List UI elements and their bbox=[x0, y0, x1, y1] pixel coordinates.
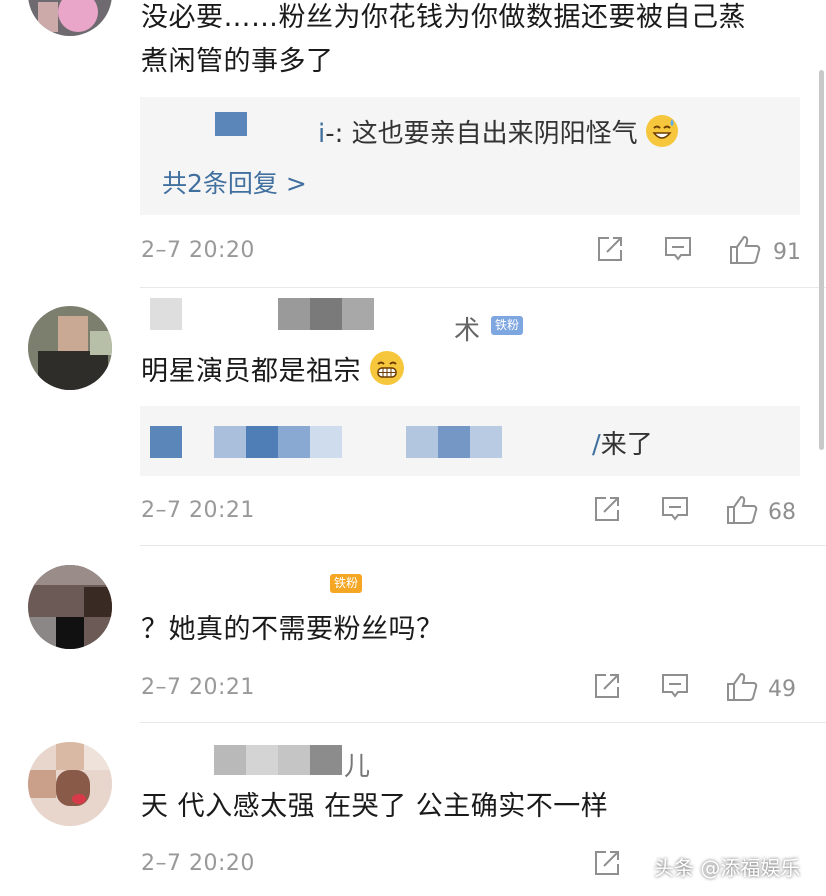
blurred-username bbox=[214, 426, 246, 458]
sweat-smile-emoji-icon bbox=[645, 115, 678, 147]
comment-text-line: 煮闲管的事多了 bbox=[141, 46, 334, 77]
comment-text: 没必要……粉丝为你花钱为你做数据还要被自己蒸 煮闲管的事多了 bbox=[141, 0, 821, 84]
reply-preview-text: -: 这也要亲自出来阴阳怪气 bbox=[325, 119, 638, 149]
avatar[interactable] bbox=[28, 742, 112, 826]
blurred-username bbox=[150, 426, 182, 458]
username-tail[interactable]: 术 bbox=[454, 310, 480, 347]
scrollbar[interactable] bbox=[819, 70, 824, 450]
fan-badge: 铁粉 bbox=[491, 316, 524, 335]
share-icon[interactable] bbox=[592, 848, 622, 882]
blurred-username bbox=[150, 298, 182, 330]
like-count: 68 bbox=[768, 500, 796, 525]
reply-preview: ⅰ-: 这也要亲自出来阴阳怪气 bbox=[318, 113, 678, 150]
like-count: 49 bbox=[768, 677, 796, 702]
blurred-username bbox=[310, 298, 342, 330]
blurred-username bbox=[406, 426, 438, 458]
like-icon[interactable] bbox=[725, 494, 759, 530]
comment-actions: 49 bbox=[592, 671, 802, 711]
blurred-username bbox=[470, 426, 502, 458]
comment-icon[interactable] bbox=[663, 234, 693, 268]
watermark: 头条 @添福娱乐 bbox=[654, 856, 801, 880]
more-replies-link[interactable]: 共2条回复 > bbox=[162, 164, 307, 200]
comment-icon[interactable] bbox=[660, 671, 690, 705]
comment-time: 2–7 20:20 bbox=[141, 851, 255, 876]
divider bbox=[140, 722, 826, 723]
blurred-username bbox=[310, 426, 342, 458]
reply-box[interactable]: /来了 bbox=[140, 406, 800, 476]
username-tail[interactable]: 儿 bbox=[344, 746, 370, 783]
like-icon[interactable] bbox=[728, 234, 762, 270]
reply-box[interactable]: ⅰ-: 这也要亲自出来阴阳怪气 共2条回复 > bbox=[140, 97, 800, 215]
blurred-username bbox=[215, 112, 247, 136]
share-icon[interactable] bbox=[592, 671, 622, 705]
reply-preview-text: 来了 bbox=[600, 430, 653, 460]
divider bbox=[140, 545, 826, 546]
comment-icon[interactable] bbox=[660, 494, 690, 528]
fan-badge: 铁粉 bbox=[330, 574, 363, 593]
avatar[interactable] bbox=[28, 565, 112, 649]
blurred-username bbox=[438, 426, 470, 458]
divider bbox=[140, 287, 826, 288]
comment-text: 天 代入感太强 在哭了 公主确实不一样 bbox=[141, 791, 609, 822]
like-icon[interactable] bbox=[725, 671, 759, 707]
comment-time: 2–7 20:20 bbox=[141, 238, 255, 263]
blurred-username bbox=[246, 426, 278, 458]
blurred-username bbox=[214, 745, 246, 775]
blurred-username bbox=[278, 298, 310, 330]
comment-time: 2–7 20:21 bbox=[141, 675, 255, 700]
comment-text-line: 明星演员都是祖宗 bbox=[141, 356, 361, 387]
reply-preview: /来了 bbox=[592, 430, 653, 460]
comment-text-line: 没必要……粉丝为你花钱为你做数据还要被自己蒸 bbox=[141, 2, 746, 33]
comment-time: 2–7 20:21 bbox=[141, 498, 255, 523]
blurred-username bbox=[278, 426, 310, 458]
blurred-username bbox=[246, 745, 278, 775]
comment-text: ？她真的不需要粉丝吗？ bbox=[141, 614, 444, 645]
comment-actions: 68 bbox=[592, 494, 802, 534]
blurred-username bbox=[278, 745, 310, 775]
share-icon[interactable] bbox=[592, 494, 622, 528]
share-icon[interactable] bbox=[595, 234, 625, 268]
grin-emoji-icon bbox=[370, 351, 405, 385]
blurred-username bbox=[310, 745, 342, 775]
comment-actions bbox=[592, 848, 632, 888]
like-count: 91 bbox=[773, 240, 801, 265]
comment-actions: 91 bbox=[595, 234, 805, 274]
comment-text: 明星演员都是祖宗 bbox=[141, 350, 405, 394]
avatar[interactable] bbox=[28, 0, 112, 36]
blurred-username bbox=[342, 298, 374, 330]
avatar[interactable] bbox=[28, 306, 112, 390]
